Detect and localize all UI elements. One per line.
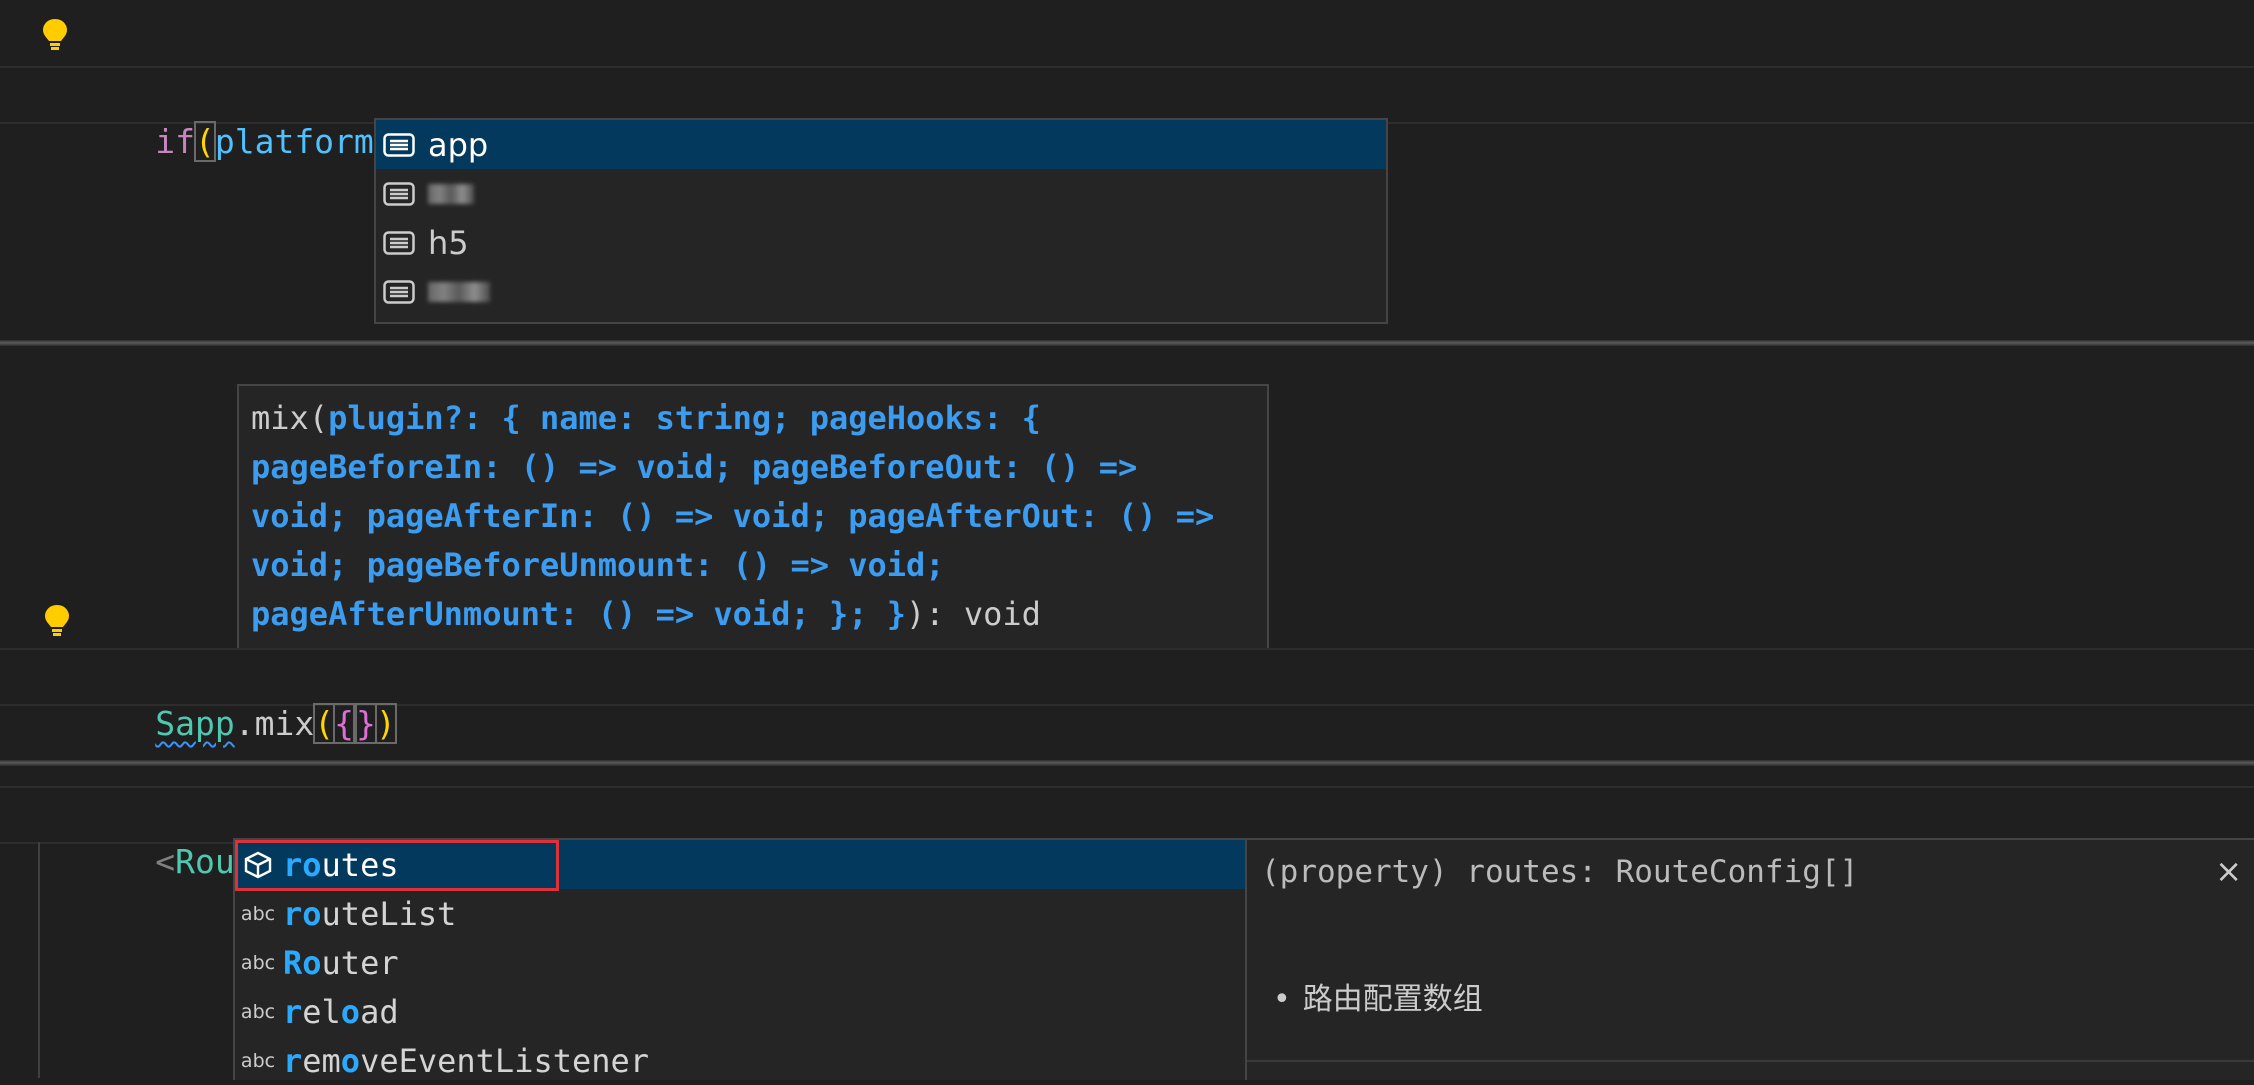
suggestion-item[interactable] [376,169,1386,218]
hover-signature-widget: mix(plugin?: { name: string; pageHooks: … [237,384,1269,650]
text-icon [382,132,416,158]
details-signature: (property) routes: RouteConfig[] [1261,854,1859,890]
indent-guide [38,842,40,1078]
suggestion-item[interactable]: h5 [376,218,1386,267]
bracket-open: ( [193,121,216,162]
code-line[interactable]: <Router ro/> [0,786,2254,882]
suggest-widget: app h5 [374,118,1388,324]
suggestion-label: uter [321,943,399,982]
suggestion-item[interactable]: abc routeList [235,889,1247,938]
suggestion-item[interactable]: routes [235,840,1247,891]
suggestion-label: ad [360,992,399,1031]
blurred-label [428,281,490,302]
blurred-label [428,183,474,204]
hover-param-line: pageBeforeIn: () => void; pageBeforeOut:… [251,448,1138,486]
text-icon [382,230,416,256]
match-highlight: Ro [283,943,322,982]
suggestion-label: veEventListener [360,1041,650,1080]
hover-param-line: pageAfterUnmount: () => void; }; } [251,595,907,633]
suggestion-label: h5 [428,223,469,262]
suggestion-label: app [428,125,489,164]
suggest-widget: routes abc routeList abc Router abc relo… [233,838,1247,1080]
paren-open: ( [313,703,336,744]
variable-platform: platform [214,122,374,161]
code-line[interactable]: Sapp.mix({}) [0,648,2254,744]
highlight-box [235,840,559,891]
hover-param-line: plugin?: { name: string; pageHooks: { [328,399,1041,437]
suggestion-label: em [302,1041,341,1080]
abc-icon: abc [240,1000,276,1023]
hover-param-line: void; pageAfterIn: () => void; pageAfter… [251,497,1215,535]
text-icon [382,279,416,305]
dot: . [234,704,255,743]
hover-return-type: ): void [906,595,1041,633]
lightbulb-icon[interactable] [44,604,70,638]
abc-icon: abc [240,1049,276,1072]
suggestion-details-panel: (property) routes: RouteConfig[] × • 路由配置… [1245,838,2254,1080]
abc-icon: abc [240,951,276,974]
divider [1247,1060,2254,1062]
suggestion-label: uteList [321,894,457,933]
tag-open: < [155,842,176,881]
close-icon[interactable]: × [2215,852,2242,890]
match-highlight: o [340,1041,361,1080]
details-doc: • 路由配置数组 [1273,974,1483,1018]
editor-panel-2: mix(plugin?: { name: string; pageHooks: … [0,346,2254,760]
object-sapp: Sapp [155,704,235,743]
hover-fn-name: mix( [251,399,329,437]
suggestion-item[interactable]: app [376,120,1386,169]
abc-icon: abc [240,902,276,925]
brace-open: { [333,703,355,744]
text-icon [382,181,416,207]
brace-close: } [354,703,377,744]
lightbulb-icon[interactable] [42,18,68,52]
keyword-if: if [155,122,195,161]
hover-param-line: void; pageBeforeUnmount: () => void; [251,546,945,584]
details-doc-text: 路由配置数组 [1302,982,1483,1017]
method-mix: mix [254,704,315,743]
match-highlight: ro [283,894,322,933]
suggestion-item[interactable]: abc reload [235,987,1247,1036]
paren-close: ) [374,703,397,744]
code-line[interactable]: if(platform === '') [0,66,2254,162]
editor-panel-1: if(platform === '') app h5 [0,0,2254,340]
suggestion-item[interactable]: abc Router [235,938,1247,987]
suggestion-item[interactable] [376,267,1386,316]
match-highlight: r [283,992,303,1031]
match-highlight: r [283,1041,303,1080]
match-highlight: o [340,992,361,1031]
bullet: • [1273,982,1291,1017]
suggestion-label: el [302,992,341,1031]
